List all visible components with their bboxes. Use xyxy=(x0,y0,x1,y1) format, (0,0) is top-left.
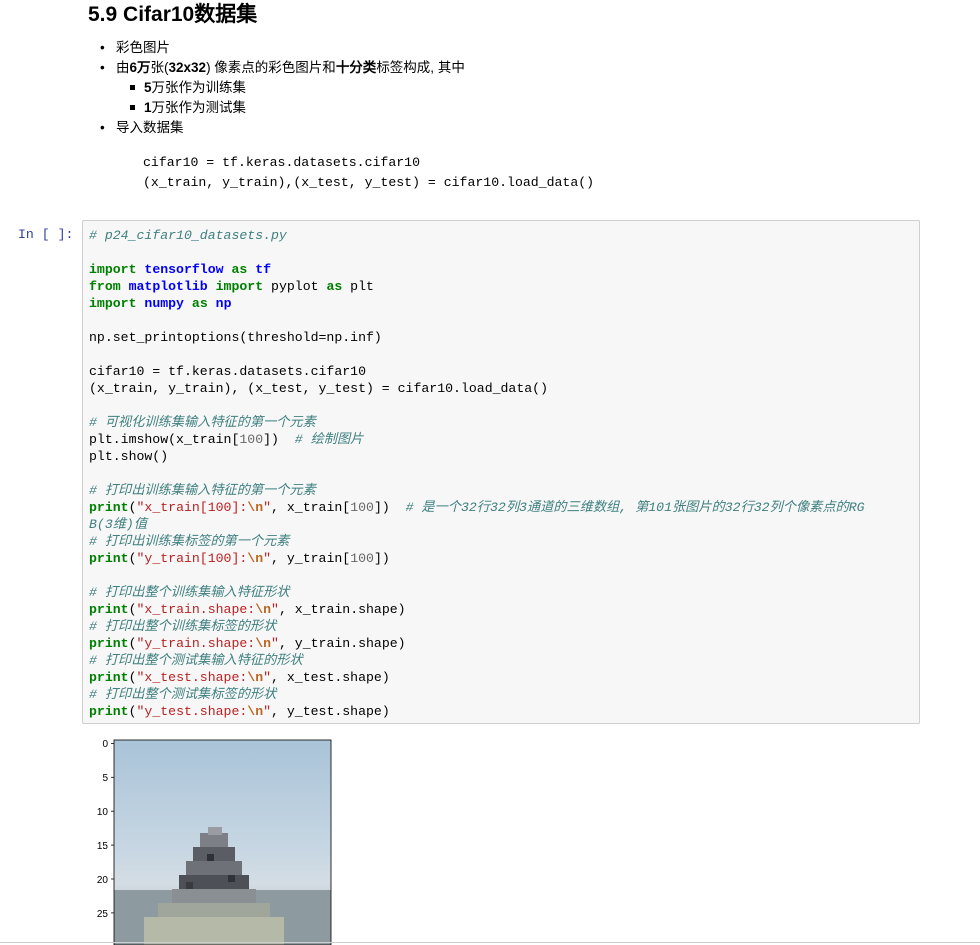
y-tick-label: 15 xyxy=(97,841,109,852)
y-tick-label: 25 xyxy=(97,909,109,920)
list-item-text: 万张作为测试集 xyxy=(151,100,247,115)
list-item-text: 由 xyxy=(116,60,130,75)
imshow-plot: 0 5 10 15 20 25 xyxy=(97,739,332,945)
bold-text: 32x32 xyxy=(168,60,207,75)
list-item-text: 万张作为训练集 xyxy=(151,80,247,95)
list-item-text: 标签构成, 其中 xyxy=(376,60,465,75)
input-prompt: In [ ]: xyxy=(18,227,74,242)
page-bottom-divider xyxy=(0,942,980,943)
sub-list: 5万张作为训练集 1万张作为测试集 xyxy=(116,78,465,118)
list-item: 导入数据集 xyxy=(98,118,465,138)
y-tick-label: 5 xyxy=(102,773,108,784)
output-area: 0 5 10 15 20 25 xyxy=(80,735,340,945)
y-axis: 0 5 10 15 20 25 xyxy=(97,739,114,920)
y-tick-label: 20 xyxy=(97,875,109,886)
bold-text: 6万 xyxy=(129,60,151,75)
y-tick-label: 0 xyxy=(102,739,108,750)
list-item-text: 彩色图片 xyxy=(116,40,170,55)
code-line: (x_train, y_train),(x_test, y_test) = ci… xyxy=(143,175,595,190)
list-item: 1万张作为测试集 xyxy=(126,98,465,118)
y-tick-label: 10 xyxy=(97,807,109,818)
bullet-list: 彩色图片 由6万张(32x32) 像素点的彩色图片和十分类标签构成, 其中 5万… xyxy=(98,38,465,138)
markdown-code-block: cifar10 = tf.keras.datasets.cifar10 (x_t… xyxy=(143,153,594,193)
bold-text: 1 xyxy=(144,100,152,115)
bold-text: 十分类 xyxy=(335,60,377,75)
code-text[interactable]: # p24_cifar10_datasets.py import tensorf… xyxy=(89,227,865,720)
list-item-text: ) 像素点的彩色图片和 xyxy=(206,60,336,75)
code-line: cifar10 = tf.keras.datasets.cifar10 xyxy=(143,155,420,170)
code-cell-editor[interactable]: # p24_cifar10_datasets.py import tensorf… xyxy=(82,220,920,724)
list-item: 彩色图片 xyxy=(98,38,465,58)
list-item-text: 导入数据集 xyxy=(116,120,184,135)
list-item-text: 张( xyxy=(150,60,169,75)
bold-text: 5 xyxy=(144,80,152,95)
list-item: 由6万张(32x32) 像素点的彩色图片和十分类标签构成, 其中 5万张作为训练… xyxy=(98,58,465,118)
section-heading: 5.9 Cifar10数据集 xyxy=(88,3,258,26)
list-item: 5万张作为训练集 xyxy=(126,78,465,98)
